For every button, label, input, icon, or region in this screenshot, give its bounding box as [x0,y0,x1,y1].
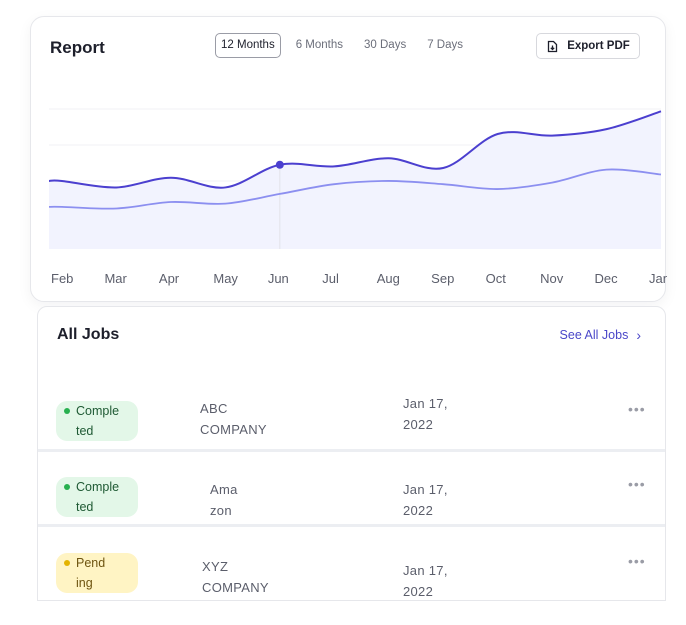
status-text-2: ing [76,576,93,590]
more-options-icon[interactable]: ••• [628,476,646,492]
date-line-2: 2022 [403,584,434,599]
job-date: Jan 17, 2022 [403,393,448,435]
status-badge: Comple ted [56,401,138,441]
date-line-2: 2022 [403,417,434,432]
highlight-point[interactable] [275,160,284,169]
date-line-1: Jan 17, [403,396,448,411]
date-line-2: 2022 [403,503,434,518]
company-line-1: XYZ [202,559,229,574]
job-date: Jan 17, 2022 [403,560,448,600]
see-all-jobs-link[interactable]: See All Jobs › [560,327,641,343]
x-tick-label: Oct [486,271,507,286]
status-dot [64,560,70,566]
all-jobs-title: All Jobs [57,326,120,343]
status-text-2: ted [76,500,94,514]
series-area [49,111,661,249]
company-line-2: zon [210,503,232,518]
date-line-1: Jan 17, [403,563,448,578]
x-tick-label: Apr [159,271,180,286]
company-name: Ama zon [210,479,238,521]
x-tick-label: Jun [268,271,289,286]
company-line-2: COMPANY [200,422,267,437]
report-chart: Feb Mar Apr May Jun Jul Aug Sep Oct Nov Dec Jan [48,108,667,286]
chevron-right-icon: › [636,327,641,343]
x-tick-label: Sep [431,271,454,286]
more-options-icon[interactable]: ••• [628,553,646,569]
x-tick-label: Feb [51,271,73,286]
date-line-1: Jan 17, [403,482,448,497]
x-tick-label: Jan [649,271,667,286]
status-text-1: Comple [76,404,120,418]
report-card: Report 12 Months 6 Months 30 Days 7 Days… [30,16,667,302]
all-jobs-card: All Jobs See All Jobs › Comple ted ABC C… [37,306,666,601]
status-text-1: Pend [76,556,106,570]
x-tick-label: Aug [377,271,400,286]
x-tick-label: Nov [540,271,564,286]
table-row[interactable]: Pend ing XYZ COMPANY Jan 17, 2022 ••• [38,527,665,600]
x-tick-label: May [213,271,238,286]
company-line-1: Ama [210,482,238,497]
company-line-2: COMPANY [202,580,269,595]
company-line-1: ABC [200,401,228,416]
more-options-icon[interactable]: ••• [628,401,646,417]
status-dot [64,408,70,414]
job-date: Jan 17, 2022 [403,479,448,521]
status-text-1: Comple [76,480,120,494]
status-text-2: ted [76,424,94,438]
status-dot [64,484,70,490]
status-badge: Comple ted [56,477,138,517]
status-badge: Pend ing [56,553,138,593]
company-name: XYZ COMPANY [202,556,269,598]
x-tick-label: Dec [595,271,619,286]
table-row[interactable]: Comple ted Ama zon Jan 17, 2022 ••• [38,452,665,524]
see-all-jobs-label: See All Jobs [559,328,629,342]
x-tick-label: Mar [104,271,127,286]
company-name: ABC COMPANY [200,398,267,440]
x-tick-label: Jul [322,271,339,286]
table-row[interactable]: Comple ted ABC COMPANY Jan 17, 2022 ••• [38,373,665,449]
